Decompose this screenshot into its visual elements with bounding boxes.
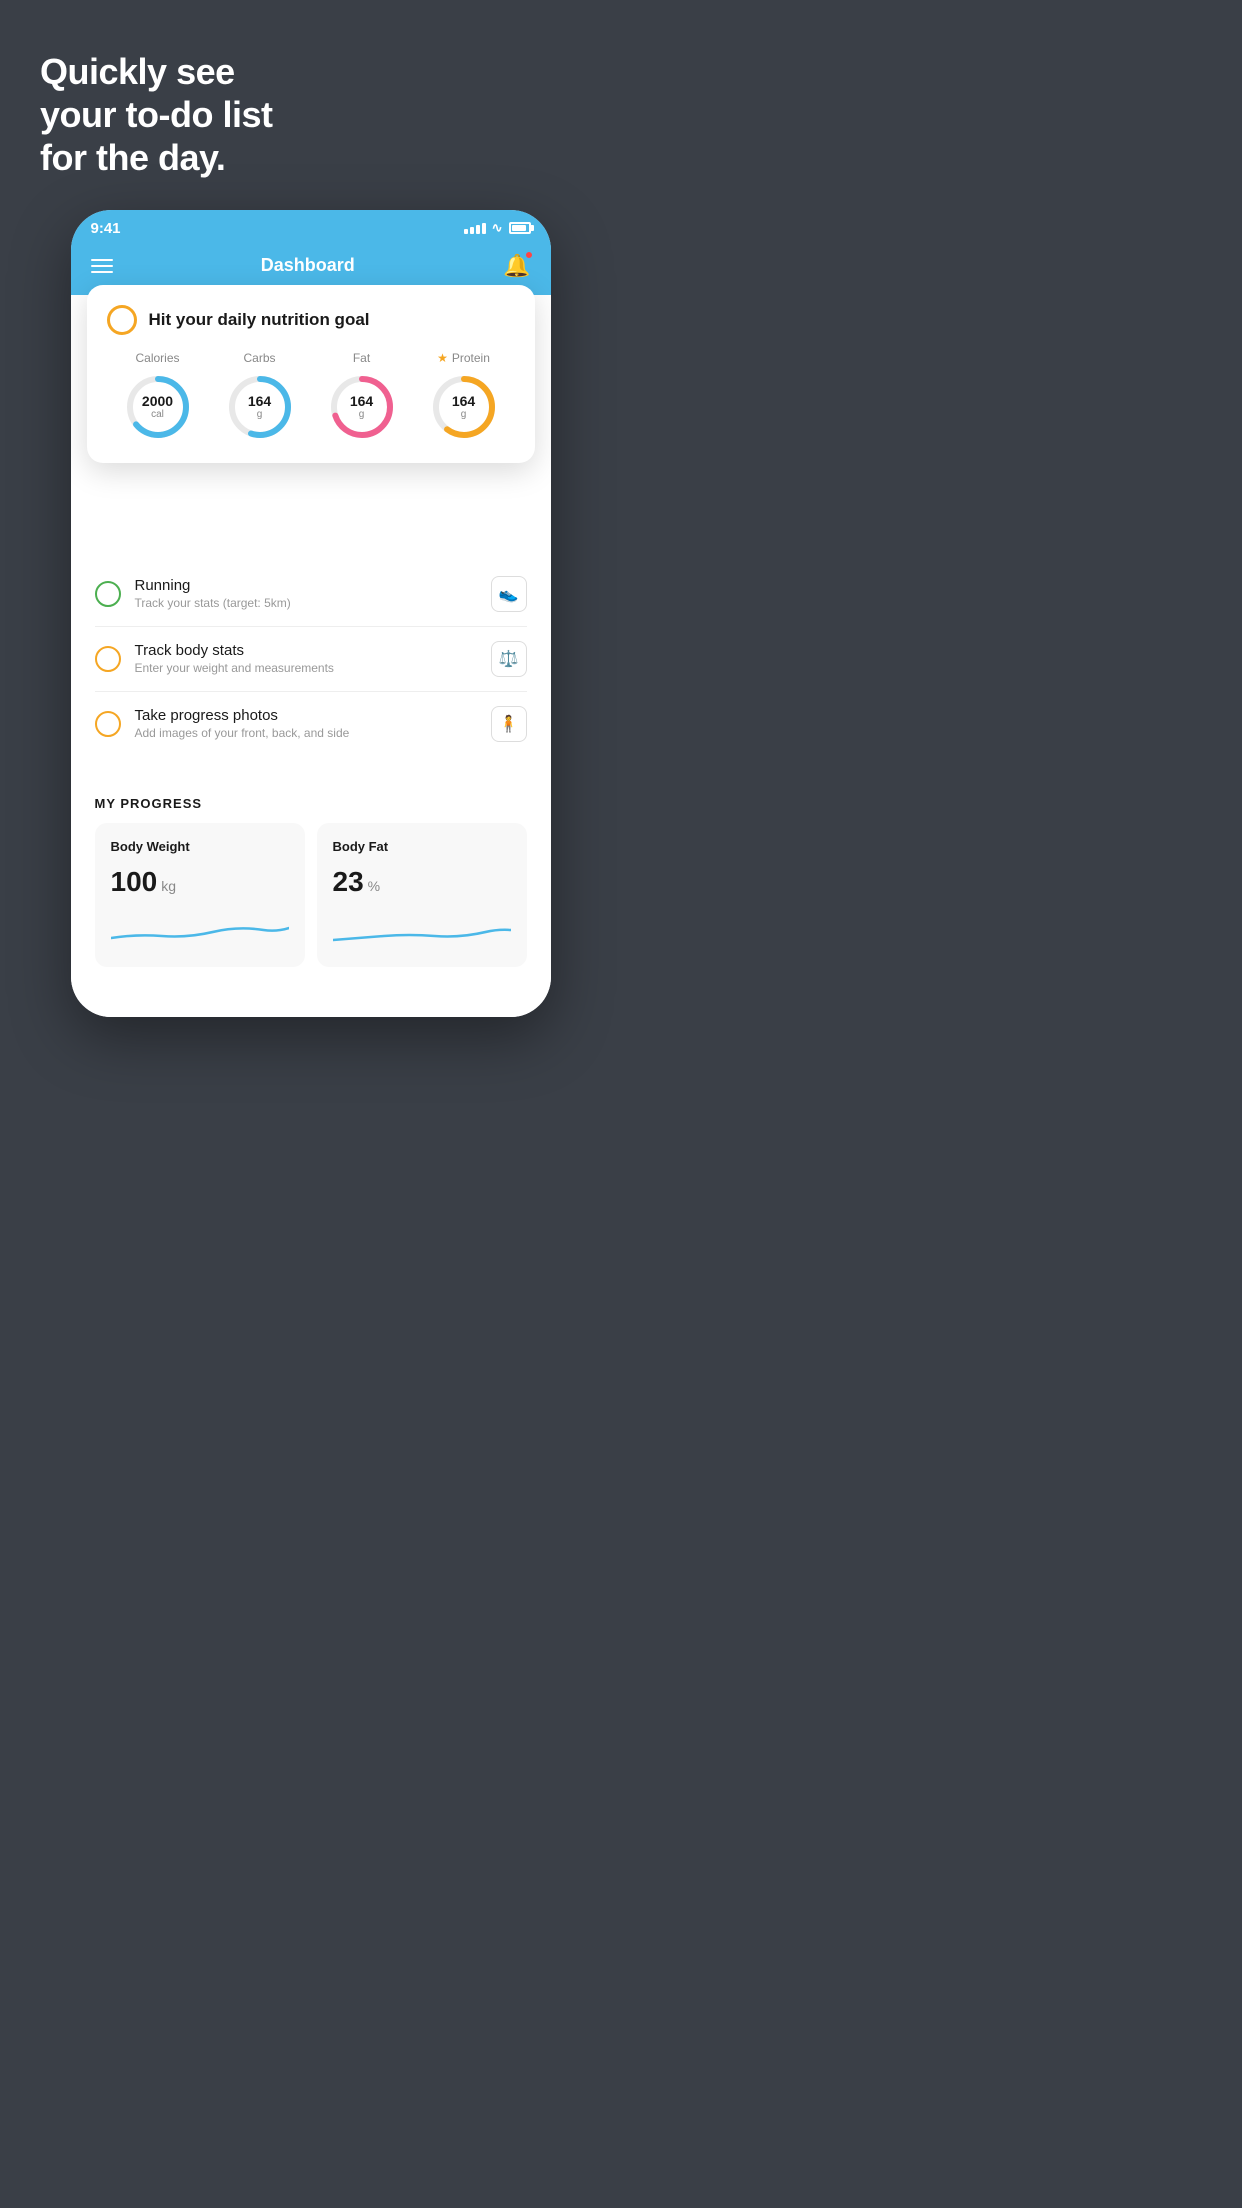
body-stats-title: Track body stats — [135, 642, 477, 659]
todo-body-stats[interactable]: Track body stats Enter your weight and m… — [95, 627, 527, 692]
status-time: 9:41 — [91, 220, 121, 237]
body-weight-value: 100 — [111, 866, 158, 898]
fat-donut: 164 g — [326, 371, 398, 443]
nutrition-carbs: Carbs 164 g — [224, 351, 296, 443]
calories-value: 2000 — [142, 393, 173, 408]
scale-icon: ⚖️ — [491, 641, 527, 677]
hero-line1: Quickly see — [40, 51, 235, 92]
phone-mockup: 9:41 ∿ Dashboard 🔔 — [71, 210, 551, 1017]
body-stats-desc: Enter your weight and measurements — [135, 661, 477, 675]
nutrition-grid: Calories 2000 cal — [107, 351, 515, 443]
carbs-value: 164 — [248, 393, 271, 408]
content-area: THINGS TO DO TODAY Hit your daily nutrit… — [71, 295, 551, 987]
body-weight-card[interactable]: Body Weight 100 kg — [95, 823, 305, 967]
protein-donut: 164 g — [428, 371, 500, 443]
body-fat-chart — [333, 910, 511, 946]
running-check-circle — [95, 581, 121, 607]
todo-running[interactable]: Running Track your stats (target: 5km) 👟 — [95, 562, 527, 627]
hero-line3: for the day. — [40, 137, 225, 178]
status-bar: 9:41 ∿ — [71, 210, 551, 243]
wifi-icon: ∿ — [492, 220, 503, 236]
fat-value: 164 — [350, 393, 373, 408]
photos-desc: Add images of your front, back, and side — [135, 726, 477, 740]
hero-line2: your to-do list — [40, 94, 272, 135]
card-check-circle — [107, 305, 137, 335]
body-fat-title: Body Fat — [333, 839, 511, 854]
gap-spacer — [95, 756, 527, 796]
running-title: Running — [135, 577, 477, 594]
card-title: Hit your daily nutrition goal — [149, 310, 370, 330]
running-desc: Track your stats (target: 5km) — [135, 596, 477, 610]
body-weight-unit: kg — [161, 878, 176, 894]
protein-label: ★ Protein — [437, 351, 490, 365]
status-icons: ∿ — [464, 220, 531, 236]
hamburger-menu-button[interactable] — [91, 259, 113, 273]
notification-bell-button[interactable]: 🔔 — [503, 253, 530, 279]
nutrition-fat: Fat 164 g — [326, 351, 398, 443]
calories-donut: 2000 cal — [122, 371, 194, 443]
body-weight-title: Body Weight — [111, 839, 289, 854]
signal-bars-icon — [464, 223, 486, 234]
progress-heading: MY PROGRESS — [95, 796, 527, 811]
card-header: Hit your daily nutrition goal — [107, 305, 515, 335]
body-stats-check-circle — [95, 646, 121, 672]
nutrition-goal-card: Hit your daily nutrition goal Calories 2 — [87, 285, 535, 463]
todo-progress-photos[interactable]: Take progress photos Add images of your … — [95, 692, 527, 756]
carbs-donut: 164 g — [224, 371, 296, 443]
progress-cards-grid: Body Weight 100 kg Body Fat 23 % — [95, 823, 527, 987]
notification-dot — [525, 251, 533, 259]
photos-title: Take progress photos — [135, 707, 477, 724]
phone-screen: 9:41 ∿ Dashboard 🔔 — [71, 210, 551, 1017]
body-fat-card[interactable]: Body Fat 23 % — [317, 823, 527, 967]
running-icon: 👟 — [491, 576, 527, 612]
fat-label: Fat — [353, 351, 370, 365]
battery-icon — [509, 222, 531, 234]
nav-title: Dashboard — [261, 255, 355, 276]
calories-label: Calories — [135, 351, 179, 365]
person-icon: 🧍 — [491, 706, 527, 742]
body-weight-chart — [111, 910, 289, 946]
nutrition-calories: Calories 2000 cal — [122, 351, 194, 443]
body-fat-value: 23 — [333, 866, 364, 898]
nutrition-protein: ★ Protein 164 g — [428, 351, 500, 443]
carbs-label: Carbs — [243, 351, 275, 365]
body-fat-unit: % — [368, 878, 380, 894]
phone-bottom — [71, 987, 551, 1017]
hero-text: Quickly see your to-do list for the day. — [0, 0, 312, 200]
photos-check-circle — [95, 711, 121, 737]
protein-star-icon: ★ — [437, 351, 448, 365]
protein-value: 164 — [452, 393, 475, 408]
